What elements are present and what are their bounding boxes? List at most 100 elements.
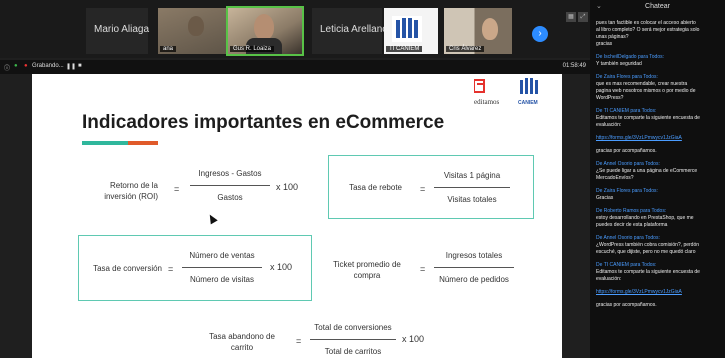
chat-message-text: pues tan factible es colocar el acceso a…: [596, 20, 696, 26]
participant-tag: Gus R. Loaiza: [230, 46, 275, 52]
chat-message-text: Editamos te comparte la siguiente encues…: [596, 115, 700, 121]
formula-ticket-label: Ticket promedio de compra: [333, 260, 401, 280]
formula-abandono-mult: x 100: [402, 334, 425, 344]
brand-editamos: editamos: [474, 98, 500, 106]
chat-message-text: evaluación:: [596, 276, 622, 282]
chat-message-text: ¿WordPress también cobra comisión?, perd…: [596, 242, 700, 248]
chat-message-text: estoy desarrollando en PrestaShop, que m…: [596, 215, 694, 221]
view-toggle-icon[interactable]: ▦: [566, 12, 576, 22]
chat-message: gracias por acompañarnos.: [596, 148, 722, 155]
chat-message-text: puedes decir de esta plataforma: [596, 222, 668, 228]
chat-message-text: pagina web nosotros mismos o por medio d…: [596, 88, 696, 94]
zoom-meeting-window: Mario Aliaga ana Gus R. Loaiza Leticia A…: [0, 0, 725, 358]
brand-caniem: CANIEM: [518, 100, 538, 106]
chat-message-text: escuché, que dijiste, pero no me quedó c…: [596, 249, 696, 255]
formula-rebote-equals: =: [420, 184, 426, 194]
expand-icon[interactable]: ⤢: [578, 12, 588, 22]
participant-name: Mario Aliaga: [94, 24, 150, 35]
chat-message-sender: De Annel Osorio para Todos:: [596, 235, 660, 241]
participant-tile-leticia[interactable]: Leticia Arellano: [312, 8, 388, 54]
chat-message-text: unas páginas?: [596, 34, 629, 40]
next-participants-button[interactable]: ›: [532, 26, 548, 42]
chat-message-sender: De Roberto Ramos para Todos:: [596, 208, 667, 214]
formula-abandono-label: Tasa abandono de carrito: [209, 332, 275, 352]
chat-panel: ⌄ Chatear pues tan factible es colocar e…: [590, 0, 725, 358]
info-icon[interactable]: ⓘ: [4, 63, 10, 72]
formula-roi-label: Retorno de la inversión (ROI): [104, 181, 158, 201]
chat-message-text: MercadoEnvíos?: [596, 175, 634, 181]
chat-message: gracias por acompañarnos.: [596, 302, 722, 309]
formula-abandono-equals: =: [296, 336, 302, 346]
pause-icon[interactable]: ❚❚: [66, 63, 76, 70]
participant-strip: Mario Aliaga ana Gus R. Loaiza Leticia A…: [0, 0, 590, 58]
chat-messages: pues tan factible es colocar el acceso a…: [596, 20, 722, 315]
formula-conversion-mult: x 100: [270, 262, 293, 272]
chat-message-text: que es mas recomendable, crear nuestra: [596, 81, 688, 87]
formula-roi-fraction: Ingresos - Gastos Gastos: [190, 168, 270, 203]
chat-message: De Zaira Flores para Todos: Gracias: [596, 188, 722, 202]
chat-message: https://forms.gle/3VzLPmwycv1JzGiaA: [596, 135, 722, 142]
chevron-down-icon[interactable]: ⌄: [596, 0, 602, 14]
recording-timer: 01:58:49: [562, 63, 586, 69]
security-shield-icon: ●: [14, 63, 18, 69]
recording-bar: ⓘ ● ● Grabando... ❚❚ ■ 01:58:49: [0, 60, 590, 74]
mouse-cursor-icon: [206, 212, 218, 225]
participant-tag: TI CANIEM: [386, 46, 423, 52]
chat-message: pues tan factible es colocar el acceso a…: [596, 20, 722, 48]
shared-slide: editamos CANIEM Indicadores importantes …: [32, 74, 562, 358]
slide-title: Indicadores importantes en eCommerce: [82, 112, 445, 133]
chat-message-text: WordPress?: [596, 95, 624, 101]
participant-tile-mario[interactable]: Mario Aliaga: [86, 8, 150, 54]
chat-message-sender: De TI CANIEM para Todos:: [596, 262, 657, 268]
participant-tile-ti-caniem[interactable]: TI CANIEM: [384, 8, 438, 54]
chat-message: De TI CANIEM para Todos: Editamos te comp…: [596, 108, 722, 129]
formula-ticket-fraction: Ingresos totales Número de pedidos: [434, 250, 514, 285]
formula-roi-mult: x 100: [276, 182, 299, 192]
chat-message-sender: De Zaira Flores para Todos:: [596, 74, 658, 80]
chat-message-sender: De TI CANIEM para Todos:: [596, 108, 657, 114]
title-accent-orange: [128, 141, 158, 145]
recording-icon: ●: [24, 63, 28, 69]
caniem-logo-icon: [392, 16, 422, 42]
participant-tag: ana: [160, 46, 177, 52]
formula-rebote-label: Tasa de rebote: [349, 183, 402, 192]
chat-message-text: Editamos te comparte la siguiente encues…: [596, 269, 700, 275]
chat-message-sender: De Zaira Flores para Todos:: [596, 188, 658, 194]
formula-conversion-equals: =: [168, 264, 174, 274]
brand-logos: editamos CANIEM: [474, 78, 538, 106]
participant-tile-ana[interactable]: ana: [158, 8, 226, 54]
chat-message: De Annel Osorio para Todos: ¿WordPress ta…: [596, 235, 722, 256]
formula-rebote-fraction: Visitas 1 página Visitas totales: [434, 170, 510, 205]
chat-message-text: gracias por acompañarnos.: [596, 302, 657, 308]
formula-ticket-equals: =: [420, 264, 426, 274]
formula-roi-equals: =: [174, 184, 180, 194]
chat-message: De Roberto Ramos para Todos: estoy desarr…: [596, 208, 722, 229]
chat-header: ⌄ Chatear: [590, 0, 725, 16]
formula-abandono-fraction: Total de conversiones Total de carritos: [310, 322, 396, 357]
chat-message-text: ¿Se puede ligar a una página de eCommerc…: [596, 168, 698, 174]
participant-tag: Cris Álvarez: [446, 46, 485, 52]
participant-tile-gus[interactable]: Gus R. Loaiza: [226, 6, 304, 56]
chat-message-text: Y también seguridad: [596, 61, 642, 67]
chat-message-text: Gracias: [596, 195, 614, 201]
chat-message-text: gracias: [596, 41, 613, 47]
participant-tile-cris[interactable]: Cris Álvarez: [444, 8, 512, 54]
chat-message-text: al libro completo? O será mejor estrateg…: [596, 27, 700, 33]
formula-conversion-label: Tasa de conversión: [93, 264, 162, 273]
stop-icon[interactable]: ■: [78, 63, 82, 69]
chat-message: De IscheilDelgado para Todos: Y también s…: [596, 54, 722, 68]
chat-message: https://forms.gle/3VzLPmwycv1JzGiaA: [596, 289, 722, 296]
chat-message-sender: De IscheilDelgado para Todos:: [596, 54, 665, 60]
chat-message-text: gracias por acompañarnos.: [596, 148, 657, 154]
recording-label: Grabando...: [32, 63, 64, 69]
chat-message: De Annel Osorio para Todos: ¿Se puede lig…: [596, 161, 722, 182]
chat-message-sender: De Annel Osorio para Todos:: [596, 161, 660, 167]
chat-message: De Zaira Flores para Todos: que es mas re…: [596, 74, 722, 102]
formula-conversion-fraction: Número de ventas Número de visitas: [182, 250, 262, 285]
chat-message: De TI CANIEM para Todos: Editamos te comp…: [596, 262, 722, 283]
title-accent-teal: [82, 141, 128, 145]
chat-message-link[interactable]: https://forms.gle/3VzLPmwycv1JzGiaA: [596, 289, 722, 296]
participant-name: Leticia Arellano: [320, 24, 388, 35]
chat-message-text: evaluación:: [596, 122, 622, 128]
chat-message-link[interactable]: https://forms.gle/3VzLPmwycv1JzGiaA: [596, 135, 722, 142]
